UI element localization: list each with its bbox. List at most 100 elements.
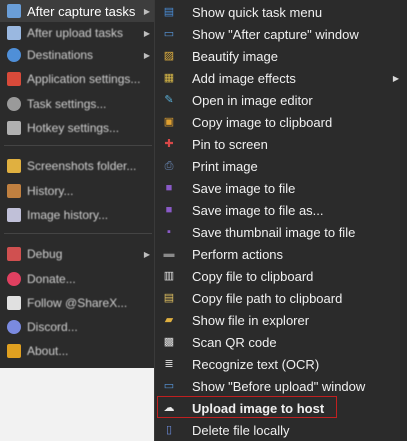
menu-item-label: After upload tasks	[27, 26, 124, 40]
tools-icon	[7, 72, 21, 86]
highlight-box	[157, 396, 337, 418]
menu-item-donate[interactable]: Donate...	[0, 268, 156, 290]
menu-item-label: Debug	[27, 247, 63, 261]
submenu-item-label: Delete file locally	[192, 422, 290, 438]
window-icon: ▭	[163, 28, 175, 40]
submenu-item-perform-actions[interactable]: ▬ Perform actions	[155, 243, 407, 265]
submenu-item-label: Print image	[192, 158, 258, 174]
submenu-item-recognize-text-ocr[interactable]: ≣ Recognize text (OCR)	[155, 353, 407, 375]
submenu-item-label: Recognize text (OCR)	[192, 356, 320, 372]
save-icon: ■	[165, 182, 173, 194]
menu-item-label: Hotkey settings...	[27, 121, 120, 135]
menu-item-destinations[interactable]: Destinations ▶	[0, 44, 156, 66]
history-icon	[7, 184, 21, 198]
printer-icon: ⎙	[164, 160, 174, 172]
menu-item-label: Donate...	[27, 272, 76, 286]
menu-item-label: Image history...	[27, 208, 109, 222]
submenu-arrow-icon: ▶	[143, 249, 150, 259]
submenu-item-label: Perform actions	[192, 246, 284, 262]
terminal-icon: ▬	[163, 248, 175, 260]
submenu-item-label: Scan QR code	[192, 334, 277, 350]
menu-item-screenshots-folder[interactable]: Screenshots folder...	[0, 155, 156, 177]
submenu-item-copy-image-to-clipboard[interactable]: ▣ Copy image to clipboard	[155, 111, 407, 133]
submenu-arrow-icon: ▶	[143, 50, 150, 60]
menu-item-application-settings[interactable]: Application settings...	[0, 68, 156, 90]
submenu-item-show-after-capture-window[interactable]: ▭ Show "After capture" window	[155, 23, 407, 45]
submenu-item-label: Open in image editor	[192, 92, 313, 108]
submenu-arrow-icon: ▶	[392, 73, 399, 83]
submenu-item-label: Show quick task menu	[192, 4, 323, 20]
menu-item-history[interactable]: History...	[0, 180, 156, 202]
menu-separator	[4, 233, 152, 234]
save-as-icon: ■	[165, 204, 173, 216]
submenu-arrow-icon: ▶	[143, 28, 150, 38]
submenu-arrow-icon: ▶	[143, 6, 150, 16]
submenu-item-label: Pin to screen	[192, 136, 268, 152]
clipboard-image-icon: ▣	[163, 116, 175, 128]
menu-item-label: History...	[27, 184, 74, 198]
submenu-item-label: Show "After capture" window	[192, 26, 359, 42]
submenu-item-label: Show "Before upload" window	[192, 378, 366, 394]
folder-icon	[7, 159, 21, 173]
submenu-item-save-image-to-file[interactable]: ■ Save image to file	[155, 177, 407, 199]
gear-icon	[7, 97, 21, 111]
image-editor-icon: ✎	[164, 94, 174, 106]
submenu-item-show-before-upload-window[interactable]: ▭ Show "Before upload" window	[155, 375, 407, 397]
menu-item-hotkey-settings[interactable]: Hotkey settings...	[0, 117, 156, 139]
quick-task-menu-icon: ▤	[163, 6, 175, 18]
submenu-item-save-image-to-file-as[interactable]: ■ Save image to file as...	[155, 199, 407, 221]
submenu-item-show-file-in-explorer[interactable]: ▰ Show file in explorer	[155, 309, 407, 331]
menu-item-image-history[interactable]: Image history...	[0, 204, 156, 226]
submenu-item-scan-qr-code[interactable]: ▩ Scan QR code	[155, 331, 407, 353]
submenu-item-label: Show file in explorer	[192, 312, 310, 328]
submenu-item-label: Add image effects	[192, 70, 296, 86]
submenu-item-add-image-effects[interactable]: ▦ Add image effects ▶	[155, 67, 407, 89]
cloud-upload-icon	[7, 26, 21, 40]
image-effects-icon: ▦	[163, 72, 175, 84]
menu-item-debug[interactable]: Debug ▶	[0, 243, 156, 265]
menu-item-after-upload-tasks[interactable]: After upload tasks ▶	[0, 22, 156, 44]
parent-context-menu: After capture tasks ▶ After upload tasks…	[0, 0, 156, 368]
after-capture-tasks-submenu: ▤ Show quick task menu ▭ Show "After cap…	[154, 0, 407, 441]
menu-item-after-capture-tasks[interactable]: After capture tasks ▶	[0, 0, 156, 22]
menu-item-about[interactable]: About...	[0, 340, 156, 362]
menu-item-label: Screenshots folder...	[27, 159, 137, 173]
keyboard-icon	[7, 121, 21, 135]
crown-icon	[7, 344, 21, 358]
menu-item-label: Task settings...	[27, 97, 107, 111]
copy-path-icon: ▤	[163, 292, 175, 304]
beautify-icon: ▨	[163, 50, 175, 62]
menu-item-discord[interactable]: Discord...	[0, 316, 156, 338]
explorer-folder-icon: ▰	[164, 314, 174, 326]
menu-item-label: Application settings...	[27, 72, 141, 86]
heart-icon	[7, 272, 21, 286]
menu-item-follow-sharex[interactable]: Follow @ShareX...	[0, 292, 156, 314]
submenu-item-pin-to-screen[interactable]: ✚ Pin to screen	[155, 133, 407, 155]
submenu-item-label: Copy image to clipboard	[192, 114, 333, 130]
submenu-item-delete-file-locally[interactable]: ▯ Delete file locally	[155, 419, 407, 441]
copy-file-icon: ▥	[163, 270, 175, 282]
save-thumbnail-icon: ▪	[167, 226, 171, 238]
qr-code-icon: ▩	[163, 336, 175, 348]
submenu-item-show-quick-task-menu[interactable]: ▤ Show quick task menu	[155, 1, 407, 23]
discord-icon	[7, 320, 21, 334]
menu-item-label: Discord...	[27, 320, 78, 334]
x-logo-icon	[7, 296, 21, 310]
submenu-item-save-thumbnail-image[interactable]: ▪ Save thumbnail image to file	[155, 221, 407, 243]
submenu-item-label: Save thumbnail image to file	[192, 224, 356, 240]
submenu-item-copy-file-path-to-clipboard[interactable]: ▤ Copy file path to clipboard	[155, 287, 407, 309]
ocr-icon: ≣	[164, 358, 174, 370]
globe-icon	[7, 48, 21, 62]
capture-tasks-icon	[7, 4, 21, 18]
menu-item-task-settings[interactable]: Task settings...	[0, 93, 156, 115]
submenu-item-beautify-image[interactable]: ▨ Beautify image	[155, 45, 407, 67]
menu-item-label: Destinations	[27, 48, 94, 62]
submenu-item-print-image[interactable]: ⎙ Print image	[155, 155, 407, 177]
submenu-item-upload-image-to-host[interactable]: ☁ Upload image to host	[155, 396, 407, 419]
submenu-item-copy-file-to-clipboard[interactable]: ▥ Copy file to clipboard	[155, 265, 407, 287]
delete-file-icon: ▯	[165, 424, 173, 436]
submenu-item-open-in-image-editor[interactable]: ✎ Open in image editor	[155, 89, 407, 111]
submenu-item-label: Copy file path to clipboard	[192, 290, 343, 306]
menu-separator	[4, 145, 152, 146]
menu-item-label: Follow @ShareX...	[27, 296, 128, 310]
